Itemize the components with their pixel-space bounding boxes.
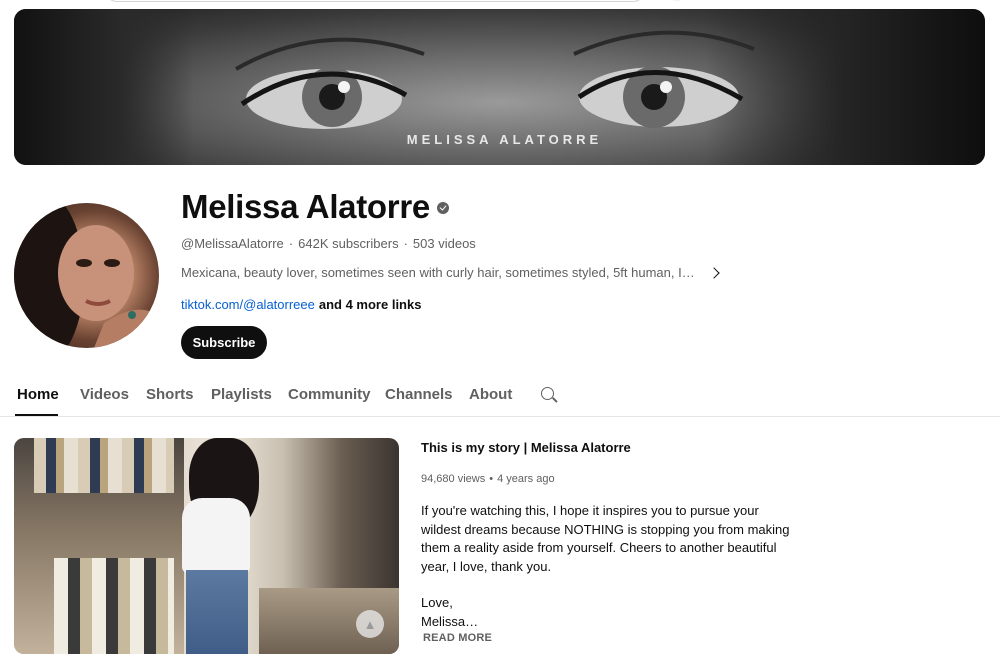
channel-links: tiktok.com/@alatorreee and 4 more links	[181, 297, 421, 312]
channel-description[interactable]: Mexicana, beauty lover, sometimes seen w…	[181, 265, 720, 280]
channel-handle: @MelissaAlatorre	[181, 236, 284, 251]
watermark-icon: ▲	[356, 610, 384, 638]
channel-banner: MELISSA ALATORRE	[14, 9, 985, 165]
tiktok-link[interactable]: tiktok.com/@alatorreee	[181, 297, 315, 312]
tab-community[interactable]: Community	[288, 386, 371, 403]
verified-check-icon	[436, 202, 449, 214]
thumbnail-person-shirt	[182, 498, 250, 573]
meta-separator: •	[489, 473, 494, 485]
video-description-line: Melissa…	[421, 613, 479, 629]
tab-shorts[interactable]: Shorts	[146, 386, 194, 403]
thumbnail-books-top	[34, 438, 174, 493]
search-icon-handle	[552, 397, 558, 403]
voice-search-button-edge[interactable]	[662, 0, 692, 1]
thumbnail-books-bottom	[54, 558, 174, 654]
video-views: 94,680 views	[421, 473, 486, 485]
tab-playlists[interactable]: Playlists	[211, 386, 272, 403]
channel-name: Melissa Alatorre	[181, 188, 430, 225]
tab-videos[interactable]: Videos	[80, 386, 129, 403]
top-search-box-edge[interactable]	[105, 0, 645, 2]
featured-video-thumbnail[interactable]	[14, 438, 399, 654]
channel-description-text: Mexicana, beauty lover, sometimes seen w…	[181, 265, 696, 280]
tab-home[interactable]: Home	[17, 386, 59, 403]
thumbnail-person-jeans	[186, 570, 248, 654]
meta-separator: ·	[403, 236, 408, 251]
banner-title: MELISSA ALATORRE	[406, 132, 603, 147]
video-description-line: Love,	[421, 595, 453, 610]
video-count: 503 videos	[412, 236, 476, 251]
channel-name-row: Melissa Alatorre	[181, 188, 449, 226]
featured-video-title[interactable]: This is my story | Melissa Alatorre	[421, 440, 631, 455]
tab-about[interactable]: About	[469, 386, 512, 403]
meta-separator: ·	[288, 236, 294, 251]
read-more-button[interactable]: READ MORE	[423, 632, 492, 644]
avatar-face	[58, 225, 159, 348]
channel-tabs: Home Videos Shorts Playlists Community C…	[0, 376, 1000, 417]
subscribe-button[interactable]: Subscribe	[181, 326, 267, 359]
channel-search-icon[interactable]	[541, 387, 559, 405]
video-age: 4 years ago	[497, 473, 555, 485]
subscriber-count: 642K subscribers	[298, 236, 399, 251]
channel-meta: @MelissaAlatorre · 642K subscribers · 50…	[181, 236, 476, 251]
tab-channels[interactable]: Channels	[385, 386, 453, 403]
featured-video-meta: 94,680 views • 4 years ago	[421, 473, 555, 485]
active-tab-indicator	[15, 414, 58, 416]
video-description-paragraph: If you're watching this, I hope it inspi…	[421, 503, 790, 574]
more-links-button[interactable]: and 4 more links	[319, 297, 422, 312]
avatar[interactable]	[14, 203, 159, 348]
featured-video-description: If you're watching this, I hope it inspi…	[421, 502, 791, 631]
chevron-right-icon[interactable]	[708, 266, 720, 279]
